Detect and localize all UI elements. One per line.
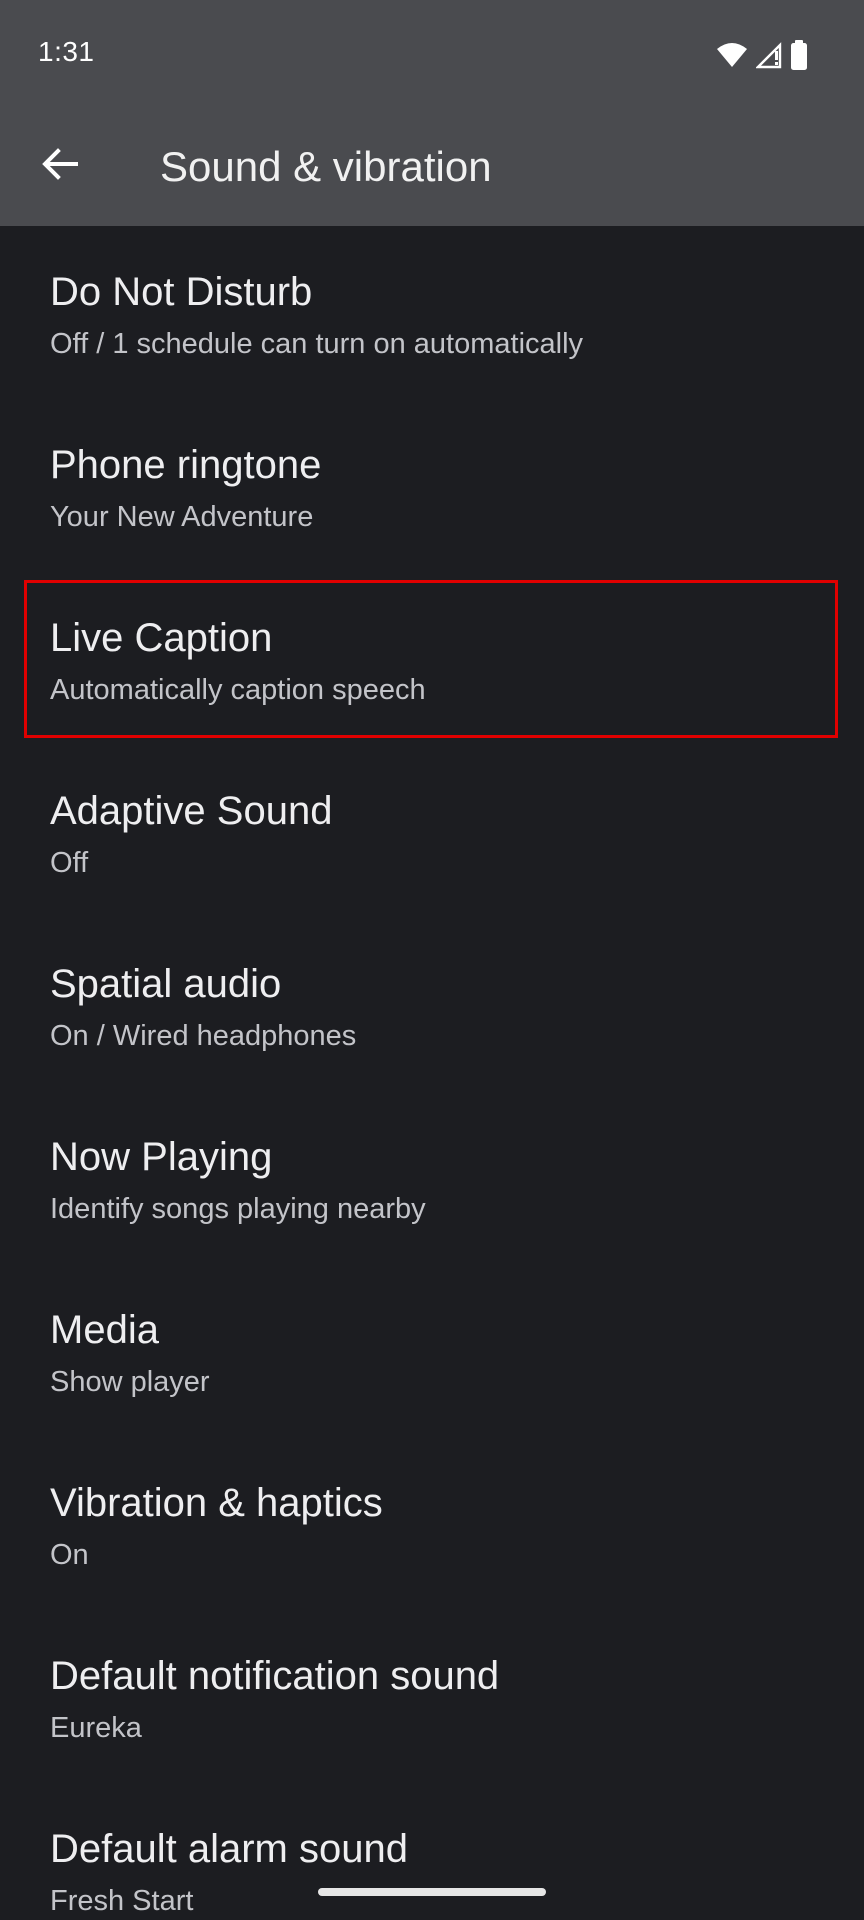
- settings-list: Do Not Disturb Off / 1 schedule can turn…: [0, 226, 864, 1920]
- wifi-icon: [716, 41, 748, 69]
- setting-title: Live Caption: [50, 616, 273, 660]
- setting-summary: Off: [50, 847, 89, 879]
- setting-vibration-haptics[interactable]: Vibration & haptics On: [0, 1437, 864, 1610]
- setting-now-playing[interactable]: Now Playing Identify songs playing nearb…: [0, 1091, 864, 1264]
- setting-summary: On / Wired headphones: [50, 1020, 357, 1052]
- setting-live-caption[interactable]: Live Caption Automatically caption speec…: [0, 572, 864, 745]
- setting-summary: Show player: [50, 1366, 210, 1398]
- setting-summary: Off / 1 schedule can turn on automatical…: [50, 328, 584, 360]
- page-title: Sound & vibration: [160, 143, 492, 190]
- setting-spatial-audio[interactable]: Spatial audio On / Wired headphones: [0, 918, 864, 1091]
- setting-title: Vibration & haptics: [50, 1481, 383, 1525]
- cell-signal-icon: [756, 41, 782, 69]
- setting-title: Default alarm sound: [50, 1827, 408, 1871]
- setting-phone-ringtone[interactable]: Phone ringtone Your New Adventure: [0, 399, 864, 572]
- setting-title: Default notification sound: [50, 1654, 500, 1698]
- setting-title: Now Playing: [50, 1135, 273, 1179]
- back-button[interactable]: [24, 128, 96, 200]
- setting-default-notification-sound[interactable]: Default notification sound Eureka: [0, 1610, 864, 1783]
- setting-title: Spatial audio: [50, 962, 282, 1006]
- status-time: 1:31: [38, 36, 95, 67]
- setting-media[interactable]: Media Show player: [0, 1264, 864, 1437]
- settings-screen: 1:31 Sound & vibration Do Not Disturb Of…: [0, 0, 864, 1920]
- setting-title: Adaptive Sound: [50, 789, 333, 833]
- setting-summary: Fresh Start: [50, 1885, 194, 1917]
- setting-summary: Automatically caption speech: [50, 674, 426, 706]
- battery-icon: [790, 40, 808, 70]
- setting-summary: Eureka: [50, 1712, 142, 1744]
- setting-do-not-disturb[interactable]: Do Not Disturb Off / 1 schedule can turn…: [0, 226, 864, 399]
- arrow-back-icon: [42, 148, 78, 180]
- setting-title: Phone ringtone: [50, 443, 322, 487]
- setting-title: Media: [50, 1308, 159, 1352]
- gesture-nav-handle[interactable]: [318, 1888, 546, 1896]
- status-icons: [716, 38, 808, 72]
- setting-adaptive-sound[interactable]: Adaptive Sound Off: [0, 745, 864, 918]
- setting-summary: On: [50, 1539, 89, 1571]
- setting-title: Do Not Disturb: [50, 270, 313, 314]
- setting-summary: Your New Adventure: [50, 501, 314, 533]
- app-bar: 1:31 Sound & vibration: [0, 0, 864, 226]
- setting-default-alarm-sound[interactable]: Default alarm sound Fresh Start: [0, 1783, 864, 1920]
- setting-summary: Identify songs playing nearby: [50, 1193, 426, 1225]
